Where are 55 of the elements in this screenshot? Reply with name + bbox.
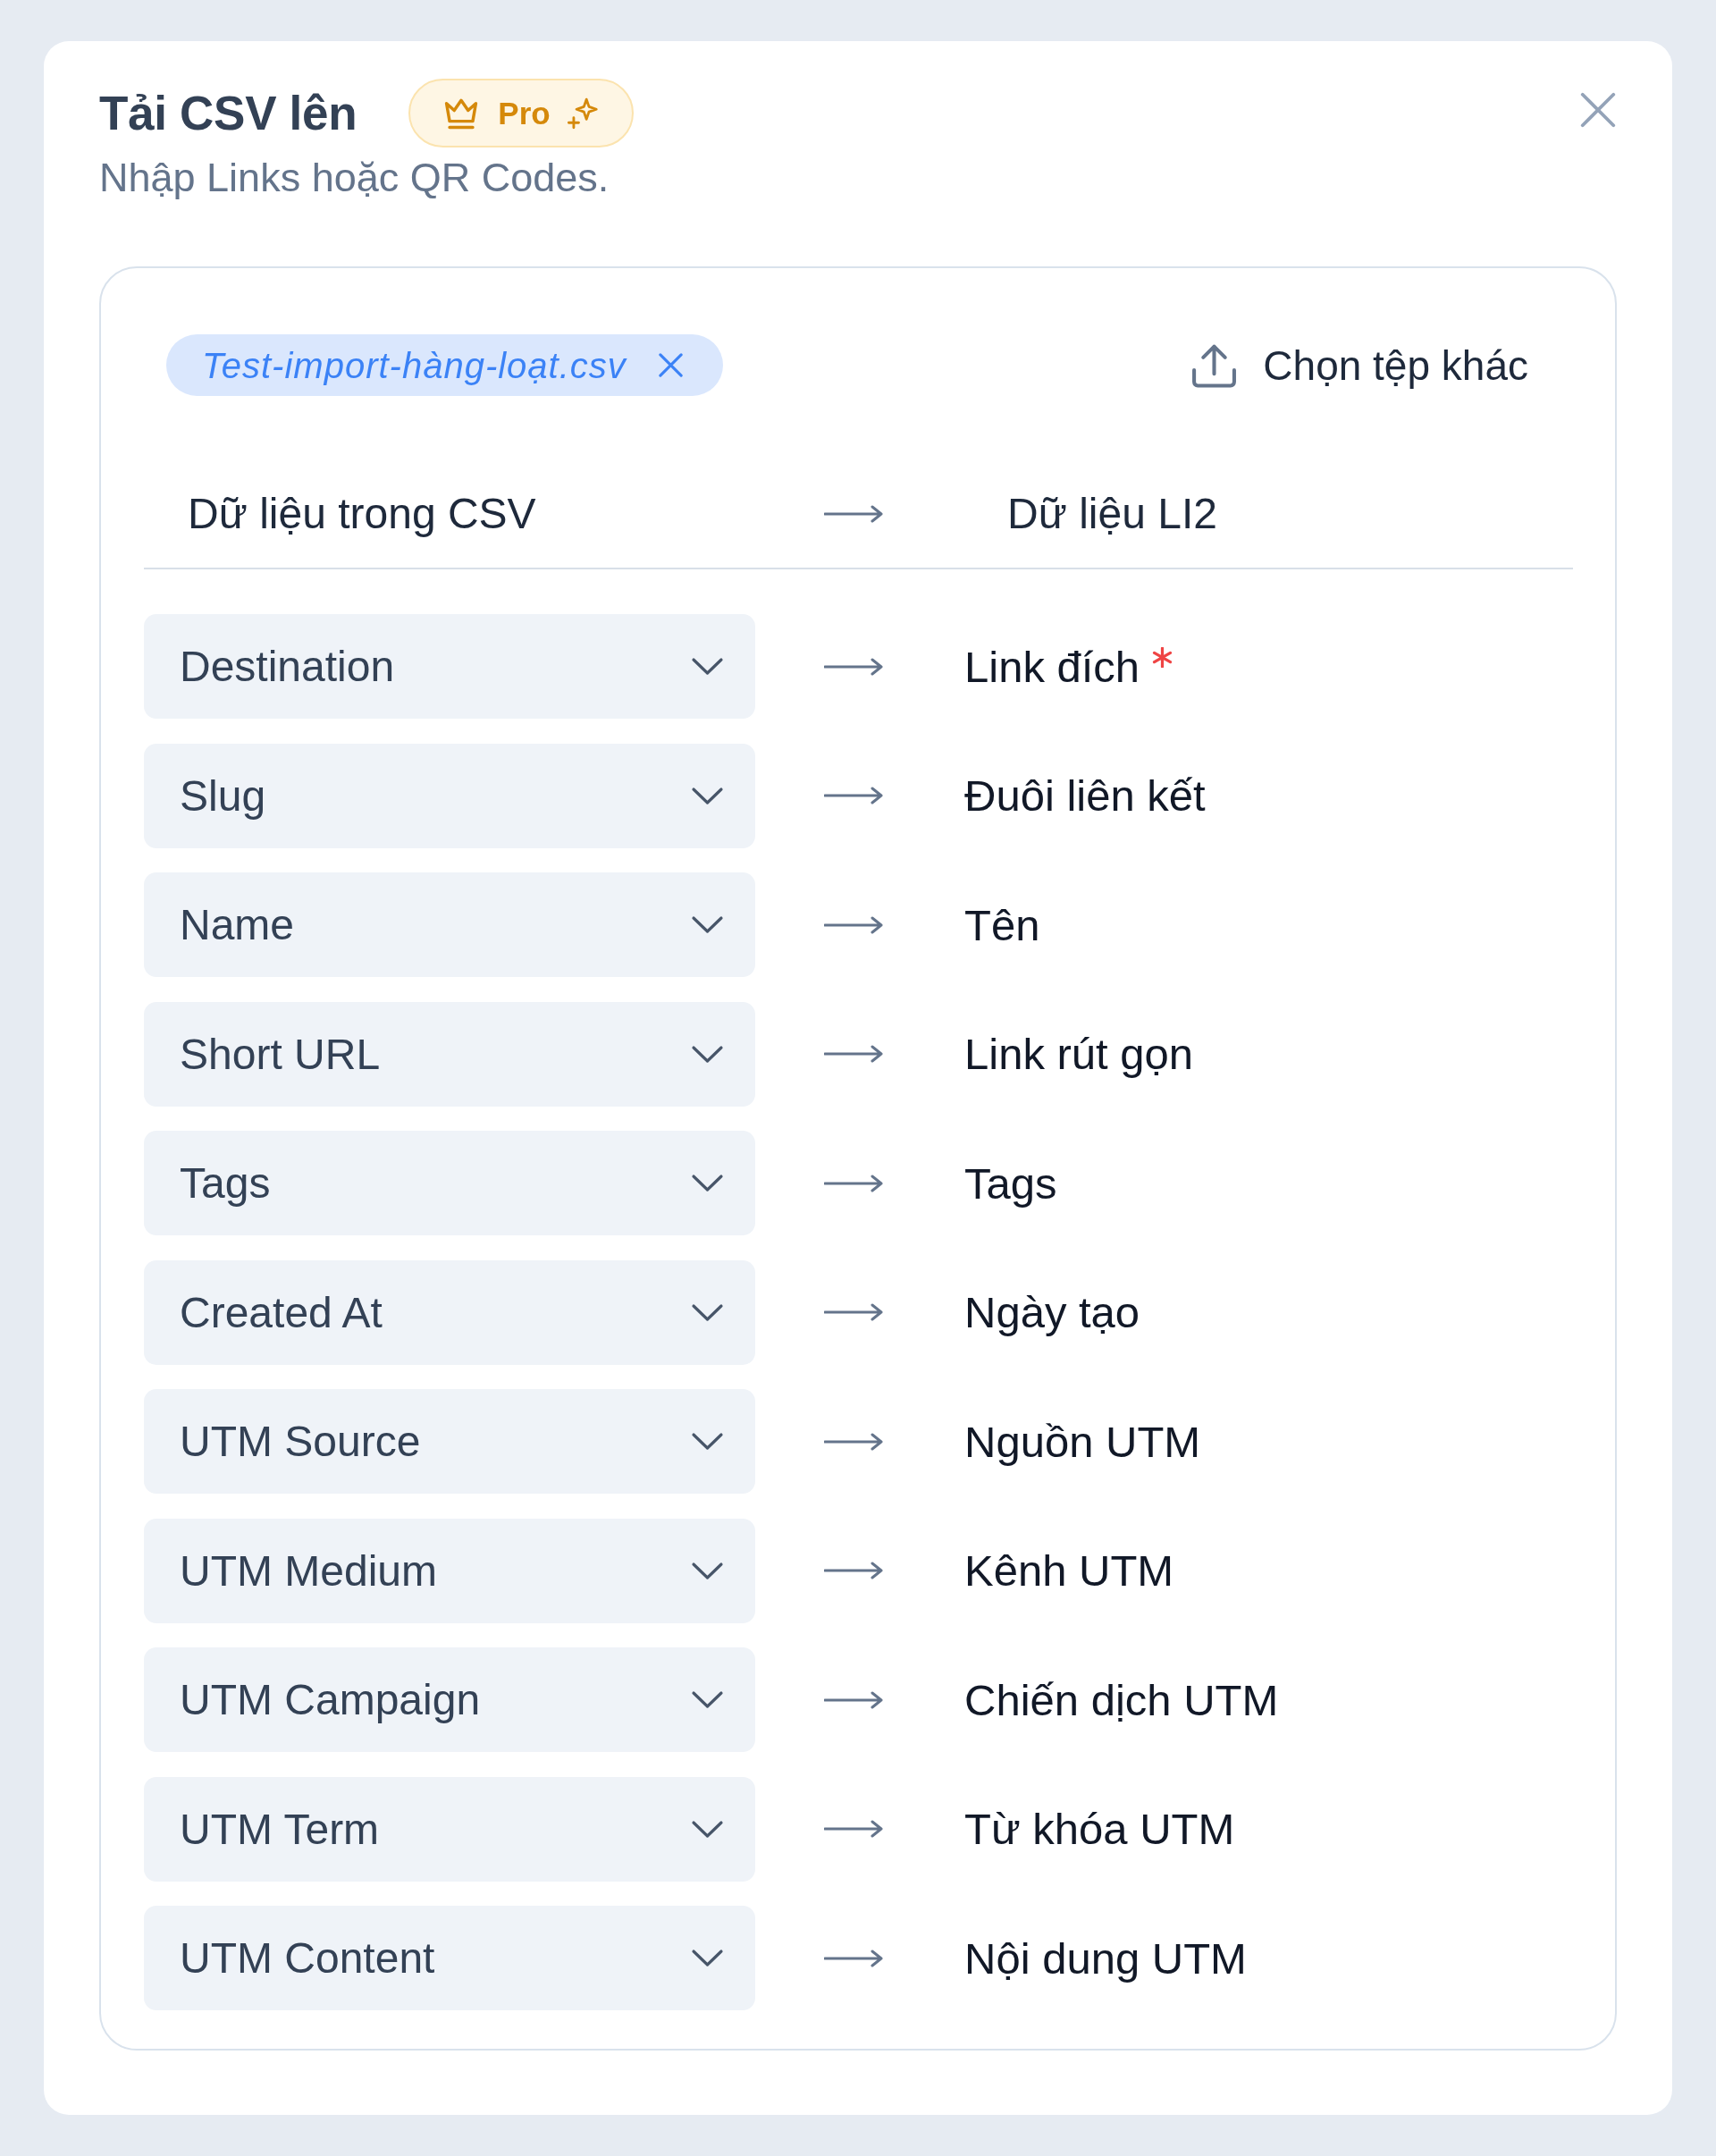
file-name: Test-import-hàng-loạt.csv	[202, 344, 627, 387]
field-label: Tags	[964, 1158, 1057, 1209]
column-header: Dữ liệu trong CSV	[188, 489, 537, 539]
column-select[interactable]: Short URL	[144, 1001, 755, 1107]
column-select[interactable]: Slug	[144, 743, 755, 848]
arrow-icon	[824, 657, 884, 676]
field-label: Kênh UTM	[964, 1545, 1174, 1596]
field-label: Link đích	[964, 641, 1140, 693]
column-select[interactable]: UTM Term	[144, 1776, 755, 1882]
chevron-down-icon	[691, 1561, 724, 1580]
column-select[interactable]: UTM Content	[144, 1906, 755, 2010]
field-label: Chiến dịch UTM	[964, 1674, 1279, 1726]
dialog-title: Tải CSV lên	[99, 85, 358, 141]
arrow-icon	[824, 1174, 884, 1192]
column-select[interactable]: Tags	[144, 1131, 755, 1235]
column-select[interactable]: Destination	[144, 614, 755, 719]
chevron-down-icon	[691, 1044, 724, 1064]
chevron-down-icon	[691, 657, 724, 676]
remove-file-icon[interactable]	[656, 351, 685, 379]
field-label: Từ khóa UTM	[964, 1804, 1235, 1855]
chevron-down-icon	[691, 1949, 724, 1967]
chevron-down-icon	[691, 915, 724, 934]
field-label: Tên	[964, 899, 1040, 951]
field-label: Nguồn UTM	[964, 1416, 1201, 1468]
dialog-subtitle: Nhập Links hoặc QR Codes.	[99, 154, 610, 202]
arrow-icon	[824, 1820, 884, 1838]
field-label: Ngày tạo	[964, 1287, 1140, 1338]
chevron-down-icon	[691, 1690, 724, 1709]
arrow-icon	[824, 1303, 884, 1321]
field-label: Nội dung UTM	[964, 1933, 1247, 1984]
choose-file-button[interactable]: Chọn tệp khác	[1190, 340, 1528, 391]
arrow-icon	[824, 915, 884, 934]
arrow-icon	[824, 505, 884, 523]
field-label: Đuôi liên kết	[964, 771, 1206, 821]
arrow-icon	[824, 1690, 884, 1709]
chevron-down-icon	[691, 1819, 724, 1839]
sparkle-icon	[566, 96, 601, 131]
chevron-down-icon	[691, 1174, 724, 1192]
arrow-icon	[824, 1949, 884, 1967]
column-select[interactable]: UTM Medium	[144, 1518, 755, 1623]
field-label: Link rút gọn	[964, 1029, 1194, 1080]
column-select[interactable]: Name	[144, 872, 755, 977]
arrow-icon	[824, 1432, 884, 1451]
arrow-icon	[824, 1562, 884, 1579]
chevron-down-icon	[691, 1432, 724, 1451]
column-select[interactable]: UTM Campaign	[144, 1647, 755, 1752]
arrow-icon	[824, 787, 884, 804]
upload-icon	[1190, 341, 1239, 389]
column-select[interactable]: Created At	[144, 1259, 755, 1365]
chevron-down-icon	[691, 1302, 724, 1322]
chevron-down-icon	[691, 786, 724, 805]
arrow-icon	[824, 1045, 884, 1063]
plan-label: Pro	[498, 95, 551, 131]
column-header: Dữ liệu LI2	[1007, 489, 1217, 539]
column-select[interactable]: UTM Source	[144, 1389, 755, 1494]
